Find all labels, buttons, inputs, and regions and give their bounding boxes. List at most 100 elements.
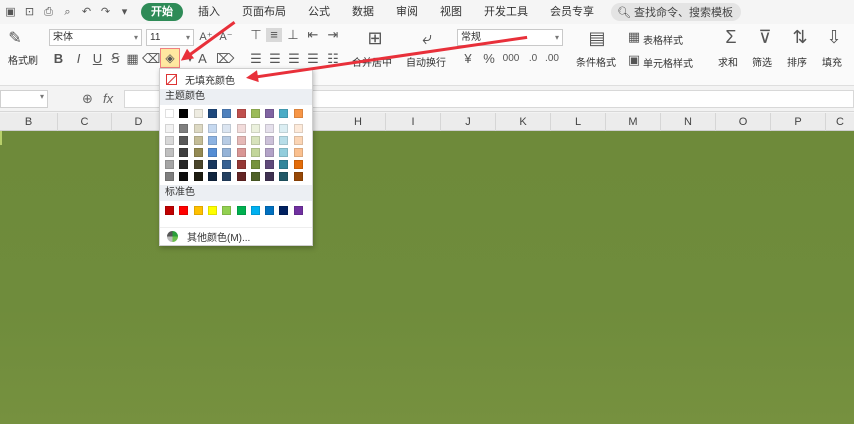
tab-review[interactable]: 审阅 [385,0,429,24]
color-swatch[interactable] [222,109,232,118]
command-search[interactable]: 🔍︎ 查找命令、搜索模板 [611,3,741,21]
color-swatch[interactable] [293,148,303,157]
fill-color-icon[interactable]: ◈ [160,48,180,68]
column-n[interactable]: N [661,113,716,131]
standard-color-swatch[interactable] [279,206,289,215]
format-painter-button[interactable]: 格式刷 [8,52,38,67]
color-swatch[interactable] [207,109,217,118]
color-swatch[interactable] [179,160,189,169]
table-style-button[interactable]: 表格样式 [643,32,683,47]
align-right-icon[interactable]: ☰ [287,52,301,66]
color-swatch[interactable] [265,172,275,181]
tab-page-layout[interactable]: 页面布局 [231,0,297,24]
column-o[interactable]: O [716,113,771,131]
color-swatch[interactable] [165,124,174,133]
color-swatch[interactable] [236,160,246,169]
color-swatch[interactable] [265,148,275,157]
justify-icon[interactable]: ☰ [306,52,320,66]
increase-decimal-icon[interactable]: .0 [526,52,540,66]
color-swatch[interactable] [279,172,289,181]
undo-icon[interactable]: ↶ [80,6,93,19]
color-swatch[interactable] [222,172,232,181]
color-swatch[interactable] [250,136,260,145]
export-pdf-icon[interactable]: ⊡ [23,6,36,19]
color-swatch[interactable] [279,160,289,169]
color-swatch[interactable] [222,136,232,145]
align-right-indent-icon[interactable]: ⇥ [326,28,340,42]
color-swatch[interactable] [193,172,203,181]
filter-button[interactable]: 筛选 [752,54,772,69]
align-left-icon[interactable]: ☰ [249,52,263,66]
color-swatch[interactable] [179,124,189,133]
font-size-select[interactable]: 11 ▾ [146,29,194,46]
standard-color-swatch[interactable] [165,206,174,215]
cell-style-button[interactable]: 单元格样式 [643,55,693,70]
color-swatch[interactable] [279,148,289,157]
color-swatch[interactable] [293,109,303,118]
underline-icon[interactable]: U [91,52,104,66]
sum-icon[interactable]: Σ [720,27,742,48]
tab-data[interactable]: 数据 [341,0,385,24]
tab-insert[interactable]: 插入 [187,0,231,24]
conditional-format-icon[interactable]: ▤ [586,28,608,49]
color-swatch[interactable] [193,136,203,145]
tab-member[interactable]: 会员专享 [539,0,605,24]
column-d[interactable]: D [112,113,166,131]
color-swatch[interactable] [279,124,289,133]
color-swatch[interactable] [250,148,260,157]
filter-icon[interactable]: ⊽ [754,27,776,48]
color-swatch[interactable] [193,160,203,169]
color-swatch[interactable] [293,160,303,169]
standard-color-swatch[interactable] [250,206,260,215]
color-swatch[interactable] [193,109,203,118]
border-icon[interactable]: ▦ [126,52,139,66]
color-swatch[interactable] [265,160,275,169]
font-color-icon[interactable]: A [196,52,209,66]
print-preview-icon[interactable]: ⌕ [61,6,74,19]
standard-color-swatch[interactable] [236,206,246,215]
italic-icon[interactable]: I [72,52,85,66]
color-swatch[interactable] [279,109,289,118]
merge-center-icon[interactable]: ⊞ [364,28,386,49]
color-swatch[interactable] [236,109,246,118]
cell-style-icon[interactable]: ▣ [627,53,641,67]
color-swatch[interactable] [207,124,217,133]
save-icon[interactable]: ▣ [4,6,17,19]
tab-developer[interactable]: 开发工具 [473,0,539,24]
color-swatch[interactable] [250,160,260,169]
color-swatch[interactable] [179,109,189,118]
tab-formulas[interactable]: 公式 [297,0,341,24]
align-left-indent-icon[interactable]: ⇤ [306,28,320,42]
color-swatch[interactable] [207,148,217,157]
color-swatch[interactable] [293,172,303,181]
column-next[interactable]: C [826,113,854,131]
conditional-format-button[interactable]: 条件格式 [576,54,616,69]
bold-icon[interactable]: B [52,52,65,66]
clear-format-icon[interactable]: ⌫ [142,52,160,66]
color-swatch[interactable] [165,148,174,157]
color-swatch[interactable] [265,109,275,118]
sort-button[interactable]: 排序 [787,54,807,69]
fill-button[interactable]: 填充 [822,54,842,69]
color-swatch[interactable] [207,160,217,169]
more-colors-option[interactable]: 其他颜色(M)... [160,227,312,245]
color-swatch[interactable] [165,172,174,181]
color-swatch[interactable] [165,136,174,145]
strikethrough-icon[interactable]: Ꞩ [109,52,122,66]
sum-button[interactable]: 求和 [718,54,738,69]
color-swatch[interactable] [293,136,303,145]
color-swatch[interactable] [265,136,275,145]
column-k[interactable]: K [496,113,551,131]
color-swatch[interactable] [236,136,246,145]
color-swatch[interactable] [165,160,174,169]
percent-icon[interactable]: % [482,52,496,66]
align-middle-icon[interactable]: ≡ [266,28,282,42]
zoom-icon[interactable]: ⊕ [82,91,93,107]
align-center-icon[interactable]: ☰ [268,52,282,66]
worksheet-grid[interactable] [0,131,854,424]
thousands-icon[interactable]: 000 [502,52,520,66]
table-style-icon[interactable]: ▦ [627,30,641,44]
standard-color-swatch[interactable] [293,206,303,215]
column-l[interactable]: L [551,113,606,131]
color-swatch[interactable] [222,124,232,133]
